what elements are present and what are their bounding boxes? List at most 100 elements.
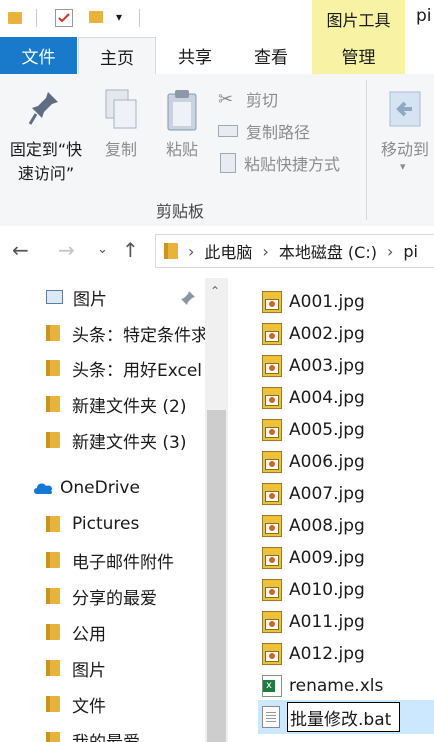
pin-label-line2: 速访问” xyxy=(17,164,75,183)
nav-item-pictures-quick[interactable]: 图片 xyxy=(46,280,206,314)
back-icon[interactable]: ← xyxy=(12,238,29,262)
jpg-file-icon xyxy=(262,355,282,377)
cut-label: 剪切 xyxy=(246,91,279,110)
list-item[interactable]: A011.jpg xyxy=(262,607,365,637)
folder-icon xyxy=(46,696,60,712)
file-name: A001.jpg xyxy=(289,292,365,312)
nav-item-folder[interactable]: 分享的最爱 xyxy=(46,579,206,613)
list-item[interactable]: A010.jpg xyxy=(262,575,365,605)
pin-label-line1: 固定到“快 xyxy=(9,140,83,159)
move-to-dropdown-icon: ▾ xyxy=(400,160,406,173)
up-icon[interactable]: ↑ xyxy=(122,238,139,262)
folder-icon xyxy=(46,660,60,676)
jpg-file-icon xyxy=(262,387,282,409)
copy-path-button[interactable]: 复制路径 xyxy=(218,118,310,144)
address-folder-icon xyxy=(164,243,178,259)
properties-icon[interactable] xyxy=(55,9,73,27)
copy-label: 复制 xyxy=(104,140,137,159)
file-name: A005.jpg xyxy=(289,420,365,440)
nav-item-folder[interactable]: 新建文件夹 (3) xyxy=(46,423,206,457)
nav-item-label: 电子邮件附件 xyxy=(72,552,174,573)
nav-item-label: 文件 xyxy=(72,696,106,717)
jpg-file-icon xyxy=(262,451,282,473)
pin-icon xyxy=(181,291,195,305)
tab-share[interactable]: 共享 xyxy=(157,37,233,74)
breadcrumb-separator-icon: › xyxy=(188,241,195,261)
breadcrumb-pi[interactable]: pi xyxy=(403,242,418,261)
forward-icon[interactable]: → xyxy=(58,238,75,262)
clipboard-group-label: 剪贴板 xyxy=(155,202,204,221)
nav-item-folder[interactable]: 电子邮件附件 xyxy=(46,543,206,577)
folder-icon xyxy=(8,12,22,24)
window-title: pi xyxy=(416,6,432,26)
folder-icon xyxy=(46,552,60,568)
copy-path-icon xyxy=(218,125,238,137)
folder-icon xyxy=(46,325,60,341)
nav-item-folder[interactable]: 新建文件夹 (2) xyxy=(46,387,206,421)
scroll-up-icon[interactable]: ⌃ xyxy=(210,284,220,298)
nav-item-folder[interactable]: Pictures xyxy=(46,507,206,541)
folder-icon xyxy=(46,732,60,742)
list-item[interactable]: A005.jpg xyxy=(262,415,365,445)
title-bar: ▾ 图片工具 pi xyxy=(0,0,434,37)
clipboard-icon xyxy=(167,90,197,131)
tab-manage[interactable]: 管理 xyxy=(312,37,405,74)
nav-item-label: 头条：特定条件求和 xyxy=(72,325,206,346)
paste-shortcut-button[interactable]: 粘贴快捷方式 xyxy=(218,150,340,176)
nav-item-label: 分享的最爱 xyxy=(72,588,157,609)
nav-item-folder[interactable]: 头条：特定条件求和 xyxy=(46,316,206,350)
jpg-file-icon xyxy=(262,643,282,665)
breadcrumb-this-pc[interactable]: 此电脑 xyxy=(204,239,252,263)
nav-item-label: 图片 xyxy=(72,660,106,681)
nav-item-label: OneDrive xyxy=(60,478,140,498)
list-item[interactable]: A006.jpg xyxy=(262,447,365,477)
folder-icon xyxy=(46,432,60,448)
jpg-file-icon xyxy=(262,291,282,313)
nav-item-folder[interactable]: 文件 xyxy=(46,687,206,721)
tab-home[interactable]: 主页 xyxy=(78,37,156,75)
list-item[interactable]: A007.jpg xyxy=(262,479,365,509)
list-item[interactable]: A004.jpg xyxy=(262,383,365,413)
list-item[interactable]: x rename.xls xyxy=(262,671,383,701)
rename-input[interactable]: 批量修改.bat xyxy=(287,702,401,732)
toolbar-divider xyxy=(139,9,140,27)
tab-file[interactable]: 文件 xyxy=(0,37,77,74)
file-name: A007.jpg xyxy=(289,484,365,504)
batch-file-icon xyxy=(262,706,280,728)
address-bar[interactable]: › 此电脑 › 本地磁盘 (C:) › pi xyxy=(155,234,434,268)
tab-view[interactable]: 查看 xyxy=(233,37,309,74)
paste-shortcut-label: 粘贴快捷方式 xyxy=(244,155,341,174)
file-name: A009.jpg xyxy=(289,548,365,568)
nav-item-onedrive[interactable]: OneDrive xyxy=(32,471,206,505)
folder-icon xyxy=(46,360,60,376)
onedrive-cloud-icon xyxy=(34,483,53,494)
file-name: A010.jpg xyxy=(289,580,365,600)
list-item[interactable]: A012.jpg xyxy=(262,639,365,669)
ribbon-divider xyxy=(366,80,367,220)
recent-locations-icon[interactable]: ⌄ xyxy=(97,242,108,257)
list-item[interactable]: A002.jpg xyxy=(262,319,365,349)
paste-label: 粘贴 xyxy=(165,140,198,159)
nav-item-label: 头条：用好Excel xyxy=(72,360,203,381)
nav-item-folder[interactable]: 头条：用好Excel xyxy=(46,351,206,385)
nav-item-label: 我的最爱 xyxy=(72,728,140,742)
breadcrumb-local-disk[interactable]: 本地磁盘 (C:) xyxy=(279,239,377,263)
jpg-file-icon xyxy=(262,483,282,505)
list-item[interactable]: A008.jpg xyxy=(262,511,365,541)
qa-dropdown-icon[interactable]: ▾ xyxy=(116,10,122,24)
file-name: A011.jpg xyxy=(289,612,365,632)
nav-item-folder[interactable]: 公用 xyxy=(46,615,206,649)
new-folder-icon[interactable] xyxy=(89,11,103,23)
nav-item-label: 公用 xyxy=(72,624,106,645)
list-item[interactable]: A009.jpg xyxy=(262,543,365,573)
nav-item-folder[interactable]: 图片 xyxy=(46,651,206,685)
nav-scrollbar-thumb[interactable] xyxy=(207,410,226,742)
cut-button[interactable]: ✂ 剪切 xyxy=(218,86,278,112)
scissors-icon: ✂ xyxy=(218,88,234,110)
nav-item-folder[interactable]: 我的最爱 xyxy=(46,723,206,742)
list-item-renaming[interactable]: 批量修改.bat xyxy=(262,702,401,732)
jpg-file-icon xyxy=(262,611,282,633)
list-item[interactable]: A003.jpg xyxy=(262,351,365,381)
list-item[interactable]: A001.jpg xyxy=(262,287,365,317)
file-name: A002.jpg xyxy=(289,324,365,344)
